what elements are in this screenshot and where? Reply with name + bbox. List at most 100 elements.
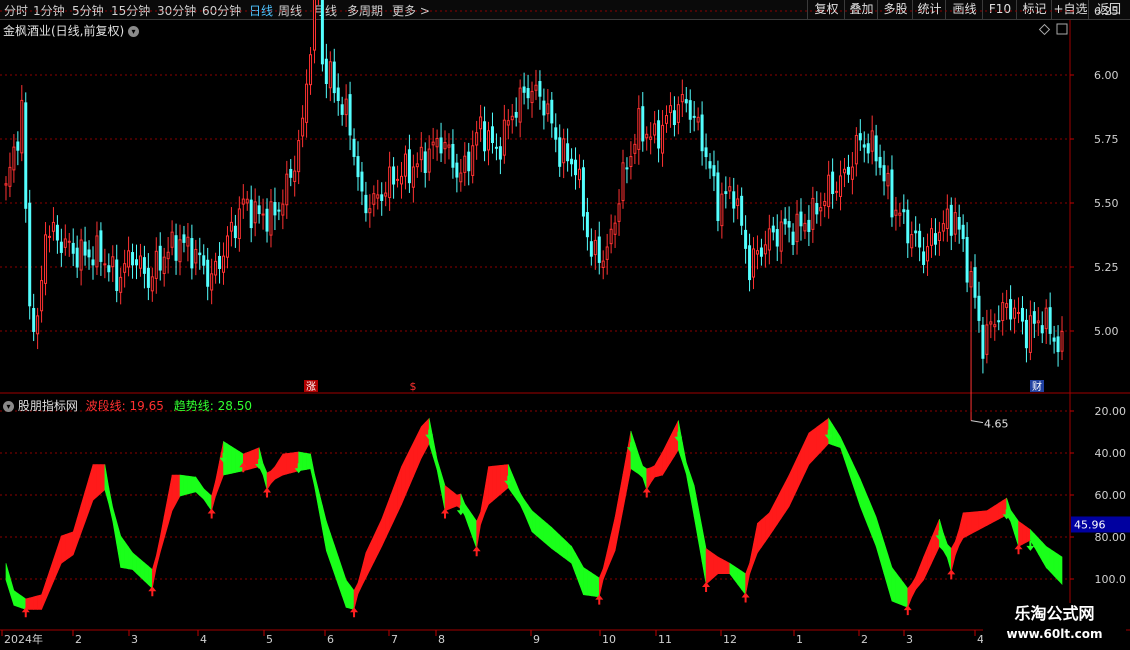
indicator-title: ▾ 股朋指标网 波段线: 19.65 趋势线: 28.50 xyxy=(3,397,252,414)
wave-band-down xyxy=(527,504,533,532)
candle-body xyxy=(894,209,898,216)
candle-body xyxy=(51,221,55,232)
wave-band-down xyxy=(836,429,841,449)
candle-body xyxy=(688,100,692,120)
candle-body xyxy=(1020,307,1024,322)
wave-band-up xyxy=(488,465,493,506)
wave-band-up xyxy=(100,464,106,494)
candle-body xyxy=(641,106,645,142)
price-tick-label: 5.50 xyxy=(1094,197,1119,210)
candle-body xyxy=(637,108,641,150)
candle-body xyxy=(146,267,150,288)
candle-body xyxy=(229,221,233,232)
wave-band-down xyxy=(464,502,470,527)
x-axis-label: 5 xyxy=(266,633,273,646)
wave-band-up xyxy=(622,452,628,510)
wave-band-up xyxy=(57,535,62,573)
wave-band-down xyxy=(591,572,596,597)
candle-body xyxy=(63,238,67,248)
wave-band-down xyxy=(638,454,644,479)
wave-band-down xyxy=(693,485,699,540)
candle-body xyxy=(55,224,59,241)
candle-body xyxy=(439,137,443,154)
wave-band-up xyxy=(171,474,177,511)
wave-band-up xyxy=(246,450,252,471)
candle-body xyxy=(487,130,491,151)
wave-band-up xyxy=(788,466,794,507)
candle-body xyxy=(1056,336,1060,353)
wave-band-down xyxy=(199,481,205,500)
candle-body xyxy=(866,143,870,154)
buy-arrow-icon xyxy=(903,605,912,616)
candle-body xyxy=(249,199,253,229)
wave-band-down xyxy=(559,534,564,558)
candle-body xyxy=(498,146,502,160)
wave-band-up xyxy=(598,568,604,597)
wave-band-up xyxy=(966,511,972,537)
x-axis-label: 2 xyxy=(861,633,868,646)
stock-chart[interactable]: 5.005.255.505.756.006.256.506.757.007.27… xyxy=(0,0,1130,650)
candle-body xyxy=(625,167,629,170)
wave-band-up xyxy=(357,568,363,595)
wave-band-up xyxy=(152,555,157,589)
candle-body xyxy=(261,213,265,216)
wave-band-up xyxy=(974,511,980,533)
wave-band-up xyxy=(796,449,802,490)
candle-body xyxy=(380,194,384,201)
wave-band-up xyxy=(369,535,375,571)
wave-band-down xyxy=(124,540,129,570)
chevron-down-icon[interactable]: ▾ xyxy=(128,26,140,37)
wave-band-down xyxy=(140,558,145,582)
candle-body xyxy=(186,236,190,247)
candle-body xyxy=(740,195,744,226)
candle-body xyxy=(981,324,985,359)
wave-band-down xyxy=(1010,509,1015,534)
candle-body xyxy=(791,231,795,245)
candle-body xyxy=(577,168,581,181)
candle-body xyxy=(471,145,475,176)
wave-band-down xyxy=(132,552,137,575)
candle-body xyxy=(728,186,732,192)
candle-body xyxy=(154,250,158,279)
candle-body xyxy=(67,240,71,243)
candle-body xyxy=(969,270,973,288)
candle-body xyxy=(1048,307,1052,334)
candle-body xyxy=(862,144,866,148)
wave-band-down xyxy=(567,541,572,564)
wave-band-up xyxy=(401,458,406,505)
wave-band-down xyxy=(515,483,521,506)
buy-arrow-icon xyxy=(947,569,956,580)
wave-band-down xyxy=(1041,541,1047,569)
wave-band-up xyxy=(804,432,810,474)
candle-body xyxy=(253,201,257,224)
wave-band-up xyxy=(761,515,766,549)
wave-band-up xyxy=(480,490,485,525)
candle-body xyxy=(882,165,886,182)
candle-body xyxy=(720,193,724,227)
candle-body xyxy=(906,209,910,244)
x-axis-label: 7 xyxy=(391,633,398,646)
wave-band-up xyxy=(53,547,58,582)
wave-band-up xyxy=(65,532,70,562)
diamond-icon xyxy=(1038,23,1051,36)
chevron-down-icon[interactable]: ▾ xyxy=(3,401,14,412)
wave-band-down xyxy=(231,445,236,474)
wave-band-up xyxy=(476,512,481,549)
wave-band-up xyxy=(385,498,390,539)
wave-band-down xyxy=(116,521,121,568)
candle-body xyxy=(309,54,313,86)
candle-body xyxy=(629,156,633,167)
candle-body xyxy=(344,98,348,116)
candle-body xyxy=(301,117,305,137)
candle-body xyxy=(162,256,166,275)
x-axis-label: 2 xyxy=(75,633,82,646)
candle-body xyxy=(281,203,285,216)
candle-body xyxy=(759,247,763,257)
indicator-tick-label: 40.00 xyxy=(1095,447,1127,460)
candle-body xyxy=(886,172,890,187)
wave-band-down xyxy=(543,520,549,546)
candle-body xyxy=(803,222,807,232)
candle-body xyxy=(985,324,989,355)
candle-body xyxy=(44,234,48,284)
wave-band-down xyxy=(203,488,208,506)
